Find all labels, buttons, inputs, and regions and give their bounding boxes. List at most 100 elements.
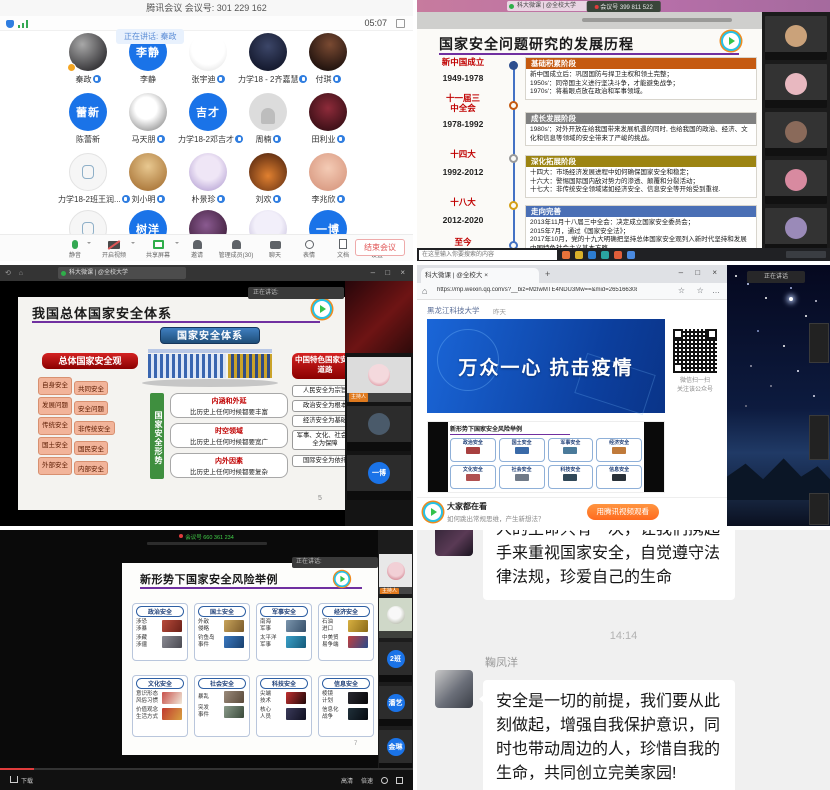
- participant-tile[interactable]: 吉才 力学18-2邓吉才: [178, 93, 238, 145]
- new-tab-button[interactable]: +: [545, 269, 550, 279]
- taskbar-app-icon[interactable]: [627, 251, 635, 259]
- window-controls[interactable]: – □ ×: [371, 268, 409, 277]
- video-thumbnail[interactable]: 金琳: [379, 730, 412, 770]
- share-screen-button[interactable]: 共享屏幕: [136, 238, 180, 259]
- favorite-star-icon[interactable]: ☆: [678, 286, 685, 295]
- meeting-statusbar: 05:07: [0, 16, 413, 31]
- speed-button[interactable]: 倍速: [361, 776, 373, 785]
- meeting-toolbar: 静音 开启视频 共享屏幕 邀请 管理成员(30) 聊天 表情 文档 设置: [0, 234, 413, 261]
- name-bar: [379, 719, 412, 726]
- chevron-down-icon[interactable]: [175, 242, 179, 246]
- taskbar-app-icon[interactable]: [614, 251, 622, 259]
- mini-card: 政治安全: [450, 438, 496, 462]
- name-bar: [765, 52, 827, 60]
- browser-tab[interactable]: 科大微课 | @全校大 ×: [421, 268, 539, 283]
- participant-tile[interactable]: 田利业: [298, 93, 358, 145]
- video-thumbnail[interactable]: [765, 160, 827, 204]
- name-bar: 主持人: [347, 393, 411, 402]
- participant-tile[interactable]: 秦政: [58, 33, 118, 85]
- taskbar-app-icon[interactable]: [562, 251, 570, 259]
- taskbar-app-icon[interactable]: [588, 251, 596, 259]
- video-thumbnail[interactable]: [345, 281, 413, 353]
- participant-name: 力学18-2班王润...: [58, 195, 121, 204]
- avatar: [309, 153, 347, 191]
- participant-sidebar: [762, 12, 830, 248]
- stars: [735, 275, 737, 277]
- video-thumbnail[interactable]: [809, 415, 829, 460]
- avatar: [309, 33, 347, 71]
- video-thumbnail[interactable]: 主持人: [379, 554, 412, 594]
- video-thumbnail[interactable]: 潘艺: [379, 686, 412, 726]
- player-settings-icon[interactable]: [381, 777, 388, 784]
- video-thumbnail[interactable]: 2班: [379, 642, 412, 682]
- participant-tile[interactable]: 刘欢: [238, 153, 298, 205]
- overall-security-concept-box: 总体国家安全观: [42, 353, 138, 369]
- camera-button[interactable]: 开启视频: [92, 238, 136, 259]
- emoji-button[interactable]: 表情: [292, 238, 326, 259]
- participant-tile[interactable]: 周楠: [238, 93, 298, 145]
- fullscreen-icon[interactable]: [396, 19, 405, 28]
- participant-tile[interactable]: 朴景珍: [178, 153, 238, 205]
- meeting-subtitle-bar: [147, 542, 267, 545]
- mute-button[interactable]: 静音: [58, 238, 92, 259]
- browser-tab[interactable]: 科大微课 | @全校大学: [58, 267, 186, 279]
- video-thumbnail[interactable]: 一博: [347, 455, 411, 500]
- stage-title: 成长发展阶段: [526, 113, 756, 124]
- manage-members-button[interactable]: 管理成员(30): [214, 238, 258, 259]
- concept-pair: 外部安全内部安全: [38, 457, 108, 475]
- video-thumbnail[interactable]: [379, 598, 412, 638]
- home-icon[interactable]: ⌂: [422, 286, 427, 296]
- tencent-video-logo: [314, 301, 330, 317]
- participant-tile[interactable]: 李兆欣: [298, 153, 358, 205]
- quality-button[interactable]: 高清: [341, 776, 353, 785]
- video-thumbnail[interactable]: [347, 406, 411, 451]
- video-thumbnail[interactable]: [765, 208, 827, 252]
- video-thumbnail[interactable]: [765, 16, 827, 60]
- video-thumbnail[interactable]: [765, 64, 827, 108]
- name-bar: [765, 100, 827, 108]
- windows-taskbar: [417, 248, 830, 261]
- risk-examples-panel: 会议号 660 361 234 新形势下国家安全风险举例 政治安全 涉恐 涉暴 …: [0, 530, 413, 790]
- mini-card: 经济安全: [596, 438, 642, 462]
- participant-tile[interactable]: 马天朋: [118, 93, 178, 145]
- title-underline: [140, 587, 362, 589]
- smiley-icon: [305, 240, 314, 249]
- avatar: 2班: [387, 650, 405, 668]
- shield-icon: [6, 20, 14, 28]
- participant-video-night-sky[interactable]: 正在讲话: [727, 265, 830, 526]
- video-thumbnail[interactable]: [809, 493, 829, 525]
- official-account-link[interactable]: 黑龙江科技大学: [427, 305, 480, 316]
- download-button[interactable]: 下载: [10, 776, 33, 785]
- participant-tile[interactable]: 力学18 - 2齐嘉慧: [238, 33, 298, 85]
- player-fullscreen-icon[interactable]: [396, 777, 403, 784]
- end-meeting-button[interactable]: 结束会议: [355, 239, 405, 256]
- toolbar-icons[interactable]: ☆ …: [697, 286, 723, 295]
- nav-buttons[interactable]: ⟲ ⌂: [5, 269, 26, 277]
- chevron-down-icon[interactable]: [131, 242, 135, 246]
- record-dot-icon: [594, 5, 598, 9]
- participant-tile[interactable]: 蕾新 陈蕾新: [58, 93, 118, 145]
- watch-button[interactable]: 用腾讯视频观看: [587, 504, 660, 520]
- avatar[interactable]: [435, 530, 473, 556]
- video-thumbnail[interactable]: 主持人: [347, 357, 411, 402]
- url-text[interactable]: https://mp.weixin.qq.com/s?__biz=MzIwMTE…: [437, 287, 637, 293]
- avatar: [387, 562, 405, 580]
- video-thumbnail[interactable]: [809, 323, 829, 363]
- audio-status-icon: [333, 75, 341, 83]
- taskbar-search-input[interactable]: [419, 250, 557, 260]
- participant-tile[interactable]: 张宇迪: [178, 33, 238, 85]
- avatar: [387, 606, 405, 624]
- participant-tile[interactable]: 力学18-2班王润...: [58, 153, 118, 205]
- participant-tile[interactable]: 付琪: [298, 33, 358, 85]
- taskbar-app-icon[interactable]: [601, 251, 609, 259]
- invite-button[interactable]: 邀请: [180, 238, 214, 259]
- taskbar-app-icon[interactable]: [575, 251, 583, 259]
- chevron-down-icon[interactable]: [87, 242, 91, 246]
- progress-bar[interactable]: [0, 768, 413, 770]
- avatar: [249, 153, 287, 191]
- window-controls[interactable]: – □ ×: [679, 268, 722, 277]
- chat-button[interactable]: 聊天: [258, 238, 292, 259]
- participant-name: 付琪: [316, 75, 332, 84]
- video-thumbnail[interactable]: [765, 112, 827, 156]
- avatar[interactable]: [435, 670, 473, 708]
